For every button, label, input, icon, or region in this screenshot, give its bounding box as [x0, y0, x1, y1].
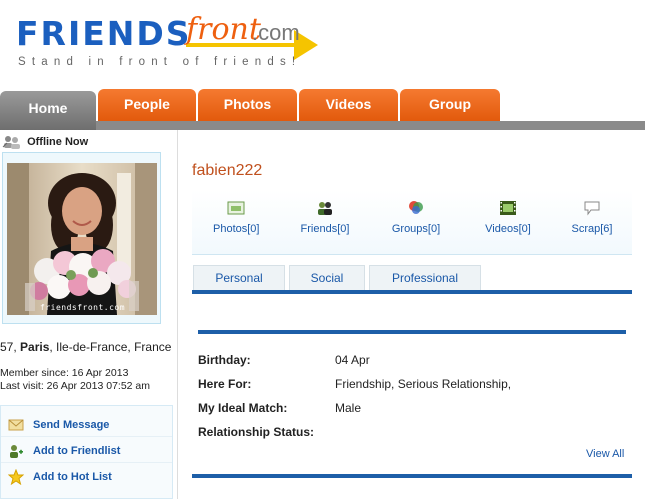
quicklink-scrap[interactable]: Scrap[6] — [570, 200, 614, 235]
quicklink-videos[interactable]: Videos[0] — [484, 200, 532, 235]
star-icon — [8, 469, 24, 485]
location-city: Paris — [20, 340, 50, 354]
logo-friends-text: FRIENDS — [16, 14, 192, 53]
member-location: 57, Paris, Ile-de-France, France — [0, 340, 171, 354]
send-message-label: Send Message — [33, 419, 110, 431]
field-label-relationship-status: Relationship Status: — [198, 425, 315, 439]
quicklink-scrap-label: Scrap[6] — [571, 223, 613, 235]
online-status-label: Offline Now — [27, 135, 89, 148]
tab-home[interactable]: Home — [0, 91, 96, 130]
profile-photo-image — [7, 163, 157, 315]
profile-actions-box: Send Message Add to Friendlist Add to Ho… — [0, 405, 173, 499]
friends-icon — [318, 202, 332, 215]
tab-group[interactable]: Group — [400, 89, 500, 121]
quicklink-videos-label: Videos[0] — [485, 223, 531, 235]
section-bottom-rule — [192, 474, 632, 478]
site-header: FRIENDS front .com Stand in front of fri… — [0, 0, 645, 88]
envelope-icon — [8, 419, 24, 431]
add-to-hot-list-button[interactable]: Add to Hot List — [1, 465, 172, 489]
photo-watermark: friendsfront.com — [40, 303, 126, 312]
field-value-ideal-match: Male — [335, 401, 362, 415]
speech-bubble-icon — [584, 201, 600, 216]
logo-com-text: .com — [252, 20, 300, 45]
online-status: Offline Now — [2, 135, 88, 149]
tab-personal[interactable]: Personal — [193, 265, 285, 291]
tab-social[interactable]: Social — [289, 265, 365, 291]
quicklink-photos-label: Photos[0] — [213, 223, 260, 235]
profile-username: fabien222 — [192, 162, 263, 179]
send-message-button[interactable]: Send Message — [1, 413, 172, 437]
field-label-here-for: Here For: — [198, 377, 252, 391]
member-info: Member since: 16 Apr 2013 Last visit: 26… — [0, 367, 150, 393]
quicklink-groups[interactable]: Groups[0] — [391, 200, 441, 235]
offline-users-icon — [2, 136, 20, 149]
view-all-link[interactable]: View All — [586, 448, 624, 460]
nav-underline — [0, 121, 645, 130]
tab-professional[interactable]: Professional — [369, 265, 481, 291]
location-rest: , Ile-de-France, France — [49, 340, 172, 354]
logo-tagline: Stand in front of friends! — [18, 56, 302, 68]
tabs-underline — [192, 290, 632, 294]
quicklink-friends[interactable]: Friends[0] — [300, 200, 350, 235]
field-label-ideal-match: My Ideal Match: — [198, 401, 288, 415]
film-icon — [500, 201, 516, 215]
section-top-rule — [198, 330, 626, 334]
logo-front-text: front — [186, 12, 261, 47]
add-to-hot-list-label: Add to Hot List — [33, 471, 112, 483]
add-to-friendlist-button[interactable]: Add to Friendlist — [1, 439, 172, 463]
field-value-birthday: 04 Apr — [335, 353, 370, 367]
add-friend-icon — [10, 445, 23, 458]
tab-photos[interactable]: Photos — [198, 89, 297, 121]
field-label-birthday: Birthday: — [198, 353, 251, 367]
quicklink-groups-label: Groups[0] — [391, 223, 441, 235]
location-prefix: 57, — [0, 340, 21, 354]
last-visit: Last visit: 26 Apr 2013 07:52 am — [0, 380, 151, 392]
photo-icon — [227, 201, 245, 215]
profile-photo[interactable] — [7, 163, 157, 315]
add-to-friendlist-label: Add to Friendlist — [33, 445, 121, 457]
field-value-here-for: Friendship, Serious Relationship, — [335, 377, 512, 391]
quicklink-photos[interactable]: Photos[0] — [213, 200, 259, 235]
quicklink-friends-label: Friends[0] — [300, 223, 350, 235]
tab-videos[interactable]: Videos — [299, 89, 398, 121]
profile-photo-frame — [2, 152, 161, 324]
groups-icon — [409, 201, 423, 214]
member-since: Member since: 16 Apr 2013 — [0, 367, 129, 379]
tab-people[interactable]: People — [98, 89, 196, 121]
